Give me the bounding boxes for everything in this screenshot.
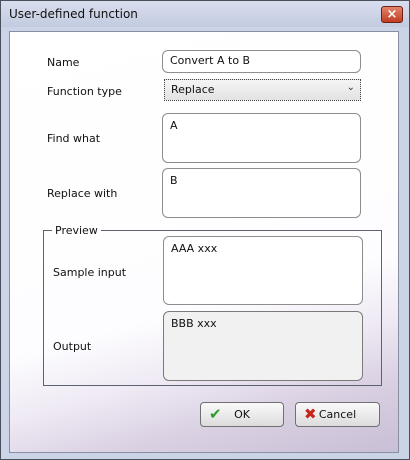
- replace-with-label: Replace with: [47, 187, 118, 200]
- dialog-body: Name Convert A to B Function type Replac…: [9, 31, 399, 453]
- sample-input-label: Sample input: [53, 266, 127, 279]
- find-what-input[interactable]: A: [162, 113, 361, 163]
- output-field: BBB xxx: [163, 311, 363, 381]
- find-what-label: Find what: [47, 132, 101, 145]
- name-input[interactable]: Convert A to B: [162, 50, 361, 73]
- replace-with-input[interactable]: B: [162, 168, 361, 218]
- cancel-button[interactable]: ✖ Cancel: [295, 402, 380, 427]
- cancel-button-label: Cancel: [318, 408, 357, 421]
- ok-button[interactable]: ✔ OK: [200, 402, 284, 427]
- title-bar[interactable]: User-defined function ×: [1, 1, 409, 27]
- close-button[interactable]: ×: [381, 6, 403, 23]
- output-label: Output: [53, 340, 92, 353]
- chevron-down-icon: ⌄: [346, 82, 355, 93]
- close-icon: ×: [386, 7, 398, 22]
- sample-input-field[interactable]: AAA xxx: [163, 236, 363, 305]
- function-type-label: Function type: [47, 85, 122, 98]
- preview-legend: Preview: [52, 224, 101, 237]
- dialog-window: User-defined function × Name Convert A t…: [0, 0, 410, 460]
- function-type-select[interactable]: Replace ⌄: [164, 79, 361, 101]
- name-label: Name: [47, 56, 80, 69]
- function-type-value: Replace: [171, 83, 215, 96]
- window-title: User-defined function: [9, 7, 138, 21]
- ok-button-label: OK: [234, 408, 250, 421]
